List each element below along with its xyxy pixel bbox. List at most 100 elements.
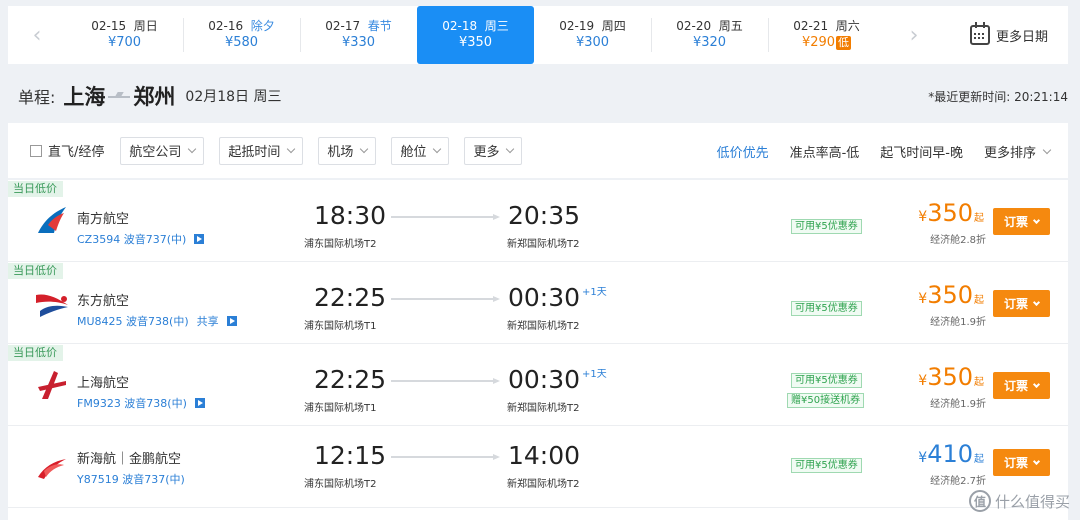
flight-row[interactable]: 当日低价 上海航空 FM9323 波音738(中) 22:25 浦东国际机场T1… (8, 345, 1068, 426)
filter-label: 航空公司 (129, 145, 182, 160)
date-tab-date: 02-16 (208, 19, 244, 33)
sort-departure-time[interactable]: 起飞时间早-晚 (880, 142, 963, 161)
departure-airport: 浦东国际机场T2 (304, 479, 377, 490)
flight-row[interactable]: 当日低价 南方航空 CZ3594 波音737(中) 18:30 浦东国际机场T2… (8, 181, 1068, 262)
chevron-down-icon (1032, 216, 1041, 224)
watermark-logo-icon: 值 (968, 490, 991, 512)
flight-duration-line (391, 378, 500, 384)
sort-punctuality[interactable]: 准点率高-低 (790, 142, 860, 161)
flight-duration-line (391, 214, 500, 220)
low-price-badge: 低 (836, 36, 852, 50)
departure-airport: 浦东国际机场T2 (304, 239, 377, 250)
chevron-down-icon (360, 144, 369, 153)
date-tab[interactable]: 02-21 周六 ¥290 低 (768, 6, 885, 64)
cabin-discount: 经济舱2.7折 (930, 476, 986, 487)
shanghai-airlines-logo-icon (38, 371, 66, 399)
arrival-time: 00:30 (508, 283, 581, 312)
date-tab-day: 周三 (484, 19, 509, 33)
date-tab[interactable]: 02-15 周日 ¥700 (66, 6, 183, 64)
filter-label: 起抵时间 (228, 145, 281, 160)
play-icon[interactable] (226, 316, 237, 326)
direct-flight-checkbox[interactable]: 直飞/经停 (30, 141, 104, 160)
price: ¥410 起 (918, 440, 984, 468)
filter-airline-dropdown[interactable]: 航空公司 (120, 136, 205, 165)
watermark-text: 什么值得买 (994, 492, 1070, 511)
coupon-badge: 可用¥5优惠券 (791, 219, 862, 234)
date-tab-date: 02-18 (442, 19, 478, 33)
destination-city: 郑州 (133, 85, 176, 109)
flight-row[interactable]: 新海航｜金鹏航空 Y87519 波音737(中) 12:15 浦东国际机场T2 … (8, 427, 1068, 508)
chevron-down-icon (506, 144, 515, 153)
flight-number[interactable]: Y87519 波音737(中) (77, 471, 185, 487)
flight-duration-line (391, 454, 500, 460)
codeshare-label: 共享 (196, 315, 219, 328)
arrival-airport: 新郑国际机场T2 (507, 321, 580, 332)
date-tab-date: 02-15 (91, 19, 127, 33)
departure-time: 18:30 (314, 201, 387, 230)
date-tab-day: 周四 (601, 19, 626, 33)
last-updated-time: *最近更新时间: 20:21:14 (928, 90, 1068, 104)
date-tab-price: ¥580 (224, 35, 259, 50)
cabin-discount: 经济舱1.9折 (930, 317, 986, 328)
flight-duration-line (391, 296, 500, 302)
cabin-discount: 经济舱1.9折 (930, 399, 986, 410)
filter-airport-dropdown[interactable]: 机场 (318, 136, 377, 165)
filter-label: 舱位 (400, 145, 427, 160)
sort-more-dropdown[interactable]: 更多排序 (984, 142, 1052, 161)
filter-time-dropdown[interactable]: 起抵时间 (219, 136, 304, 165)
departure-time: 12:15 (314, 441, 387, 470)
date-tab-day: 周五 (718, 19, 743, 33)
china-southern-logo-icon (38, 207, 66, 233)
flight-number[interactable]: CZ3594 波音737(中) (77, 231, 205, 247)
arrival-airport: 新郑国际机场T2 (507, 479, 580, 490)
airline-name: 南方航空 (77, 212, 130, 227)
filter-bar: 直飞/经停 航空公司 起抵时间 机场 舱位 更多 低价优先 准点率高-低 起飞时… (8, 123, 1068, 180)
arrival-time: 14:00 (508, 441, 581, 470)
date-tabs: 02-15 周日 ¥700 02-16 除夕 ¥580 02-17 春节 ¥33… (66, 6, 885, 64)
chevron-down-icon (1032, 298, 1041, 306)
price-value: 410 (927, 440, 973, 468)
route-header: 单程: 上海 郑州 02月18日 周三 (18, 80, 282, 112)
book-button[interactable]: 订票 (993, 208, 1050, 235)
more-dates-button[interactable]: 更多日期 (950, 6, 1068, 64)
date-tab[interactable]: 02-17 春节 ¥330 (300, 6, 417, 64)
date-tab[interactable]: 02-16 除夕 ¥580 (183, 6, 300, 64)
date-tab-selected[interactable]: 02-18 周三 ¥350 (417, 6, 534, 64)
checkbox-box[interactable] (30, 144, 42, 157)
low-price-tag: 当日低价 (8, 345, 63, 361)
flight-row[interactable]: 当日低价 东方航空 MU8425 波音738(中) 共享 22:25 浦东国际机场… (8, 263, 1068, 344)
prev-dates-arrow-icon[interactable]: ‹ (8, 6, 66, 64)
travel-date: 02月18日 周三 (185, 89, 282, 105)
play-icon[interactable] (194, 398, 205, 408)
date-tab-date: 02-20 (676, 19, 712, 33)
filter-more-dropdown[interactable]: 更多 (464, 136, 523, 165)
next-dates-arrow-icon[interactable]: › (885, 6, 943, 64)
book-button[interactable]: 订票 (993, 290, 1050, 317)
chevron-down-icon (1032, 380, 1041, 388)
departure-time: 22:25 (314, 365, 387, 394)
book-button[interactable]: 订票 (993, 372, 1050, 399)
flight-number[interactable]: FM9323 波音738(中) (77, 395, 205, 411)
date-tab[interactable]: 02-19 周四 ¥300 (534, 6, 651, 64)
arrival-time: 00:30 (508, 365, 581, 394)
filter-cabin-dropdown[interactable]: 舱位 (391, 136, 450, 165)
departure-airport: 浦东国际机场T1 (304, 321, 377, 332)
price: ¥350 起 (918, 199, 984, 227)
plane-route-icon (108, 92, 131, 100)
filter-label: 机场 (327, 145, 354, 160)
book-button[interactable]: 订票 (993, 449, 1050, 476)
more-dates-label: 更多日期 (995, 29, 1048, 45)
low-price-tag: 当日低价 (8, 263, 63, 279)
cabin-discount: 经济舱2.8折 (930, 235, 986, 246)
arrival-time: 20:35 (508, 201, 581, 230)
price-value: 350 (927, 281, 973, 309)
coupon-badge-transfer: 赠¥50接送机券 (787, 393, 865, 408)
chevron-down-icon (188, 144, 197, 153)
date-tab-day: 周六 (835, 19, 860, 33)
next-day-indicator: +1天 (582, 369, 607, 380)
flight-number[interactable]: MU8425 波音738(中) 共享 (77, 313, 237, 329)
sort-lowest-price[interactable]: 低价优先 (717, 142, 769, 161)
next-day-indicator: +1天 (582, 287, 607, 298)
play-icon[interactable] (194, 234, 205, 244)
date-tab[interactable]: 02-20 周五 ¥320 (651, 6, 768, 64)
